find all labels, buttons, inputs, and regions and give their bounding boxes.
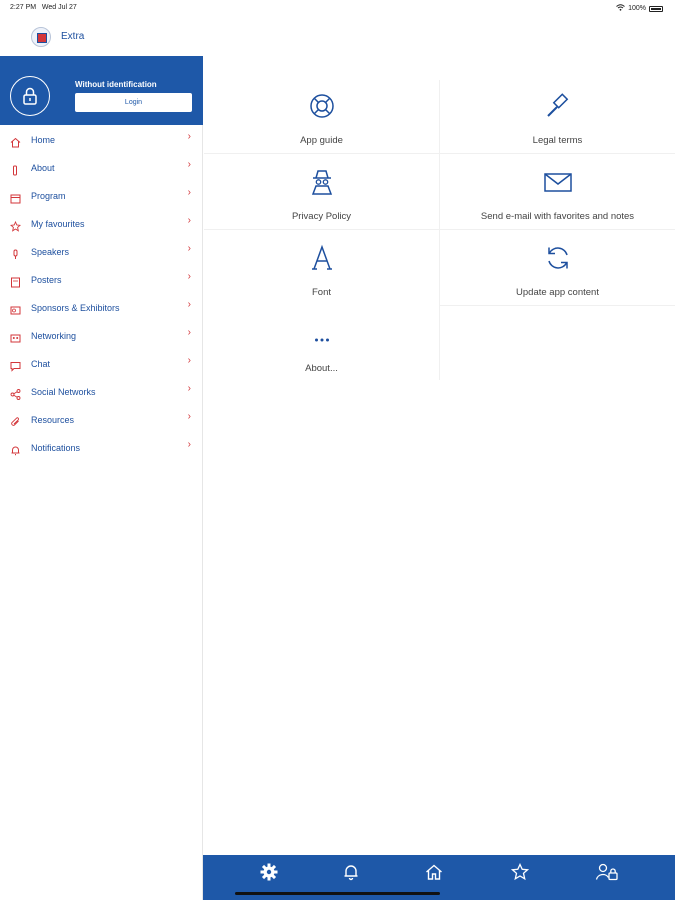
chevron-right-icon: ›	[187, 299, 191, 310]
chevron-right-icon: ›	[187, 383, 191, 394]
tab-account[interactable]	[592, 860, 622, 888]
gear-icon	[260, 863, 278, 886]
chevron-right-icon: ›	[187, 159, 191, 170]
chat-icon	[10, 359, 21, 372]
tile-label: Privacy Policy	[291, 211, 352, 222]
poster-icon	[10, 275, 21, 288]
tile-privacy-policy[interactable]: Privacy Policy	[204, 156, 439, 232]
sidebar-item-notifications[interactable]: Notifications ›	[0, 435, 203, 463]
gavel-icon	[440, 92, 675, 122]
chevron-right-icon: ›	[187, 439, 191, 450]
sidebar-item-label: Sponsors & Exhibitors	[31, 303, 120, 313]
status-time: 2:27 PM Wed Jul 27	[10, 4, 77, 11]
sidebar-menu: Home › About › Program › My favourites ›…	[0, 127, 203, 463]
sidebar-item-label: Speakers	[31, 247, 70, 257]
chevron-right-icon: ›	[187, 131, 191, 142]
font-icon	[204, 244, 439, 274]
sidebar-item-program[interactable]: Program ›	[0, 183, 203, 211]
battery-percent: 100%	[628, 5, 646, 12]
sidebar-item-label: About	[31, 163, 55, 173]
tile-about[interactable]: About...	[204, 308, 439, 384]
info-icon	[10, 163, 21, 176]
tile-label: App guide	[300, 135, 343, 146]
tab-notifications[interactable]	[336, 860, 366, 888]
extra-options-grid: App guide Legal terms Privacy Policy Sen…	[204, 80, 675, 380]
sponsors-icon	[10, 303, 21, 315]
battery-icon	[649, 5, 663, 12]
tile-label: Send e-mail with favorites and notes	[480, 211, 635, 222]
sidebar-item-posters[interactable]: Posters ›	[0, 267, 203, 295]
identification-panel: Without identification Login	[0, 56, 203, 125]
ellipsis-icon	[204, 320, 439, 350]
sidebar-item-social-networks[interactable]: Social Networks ›	[0, 379, 203, 407]
tile-label: About...	[305, 363, 338, 374]
chevron-right-icon: ›	[187, 327, 191, 338]
bell-icon	[342, 863, 360, 886]
sidebar-item-favourites[interactable]: My favourites ›	[0, 211, 203, 239]
sidebar-item-label: My favourites	[31, 219, 85, 229]
bell-icon	[10, 443, 21, 456]
sidebar-item-label: Networking	[31, 331, 77, 341]
sidebar-item-sponsors[interactable]: Sponsors & Exhibitors ›	[0, 295, 203, 323]
share-icon	[10, 387, 21, 400]
sidebar-item-resources[interactable]: Resources ›	[0, 407, 203, 435]
tab-home[interactable]	[419, 860, 449, 888]
star-icon	[9, 219, 22, 232]
tile-update-content[interactable]: Update app content	[440, 232, 675, 308]
sidebar-item-label: Posters	[31, 275, 62, 285]
tile-label: Font	[311, 287, 331, 298]
sidebar-item-speakers[interactable]: Speakers ›	[0, 239, 203, 267]
sidebar: Without identification Login Home › Abou…	[0, 56, 203, 900]
status-bar: 2:27 PM Wed Jul 27 100%	[0, 0, 675, 18]
calendar-icon	[10, 191, 21, 204]
sidebar-item-label: Notifications	[31, 443, 81, 453]
tile-legal-terms[interactable]: Legal terms	[440, 80, 675, 156]
envelope-icon	[440, 168, 675, 198]
home-indicator	[235, 892, 440, 895]
sidebar-item-home[interactable]: Home ›	[0, 127, 203, 155]
star-icon	[510, 862, 530, 886]
chevron-right-icon: ›	[187, 215, 191, 226]
refresh-icon	[440, 244, 675, 274]
chevron-right-icon: ›	[187, 243, 191, 254]
sidebar-item-about[interactable]: About ›	[0, 155, 203, 183]
sidebar-item-label: Program	[31, 191, 66, 201]
tile-font[interactable]: Font	[204, 232, 439, 308]
networking-icon	[10, 331, 21, 343]
sidebar-item-networking[interactable]: Networking ›	[0, 323, 203, 351]
chevron-right-icon: ›	[187, 271, 191, 282]
user-lock-icon	[595, 863, 619, 886]
sidebar-item-label: Resources	[31, 415, 75, 425]
sidebar-item-label: Home	[31, 135, 56, 145]
sidebar-item-chat[interactable]: Chat ›	[0, 351, 203, 379]
chevron-right-icon: ›	[187, 187, 191, 198]
wifi-icon	[616, 4, 625, 13]
tile-app-guide[interactable]: App guide	[204, 80, 439, 156]
chevron-right-icon: ›	[187, 355, 191, 366]
tab-settings[interactable]	[254, 860, 284, 888]
tab-favourites[interactable]	[505, 860, 535, 888]
lock-icon	[10, 76, 50, 116]
tile-send-email[interactable]: Send e-mail with favorites and notes	[440, 156, 675, 232]
login-button[interactable]: Login	[75, 93, 192, 112]
lifebuoy-icon	[204, 92, 439, 122]
tile-label: Update app content	[516, 287, 599, 298]
chevron-right-icon: ›	[187, 411, 191, 422]
home-icon	[10, 135, 21, 148]
sidebar-item-label: Chat	[31, 359, 51, 369]
spy-icon	[204, 168, 439, 198]
top-bar: Extra	[0, 20, 675, 56]
home-icon	[425, 863, 443, 886]
sidebar-item-label: Social Networks	[31, 387, 96, 397]
page-title: Extra	[61, 31, 85, 42]
microphone-icon	[10, 247, 21, 259]
tile-label: Legal terms	[532, 135, 583, 146]
paperclip-icon	[10, 415, 21, 426]
identification-status: Without identification	[75, 80, 157, 89]
app-logo[interactable]	[31, 27, 51, 47]
